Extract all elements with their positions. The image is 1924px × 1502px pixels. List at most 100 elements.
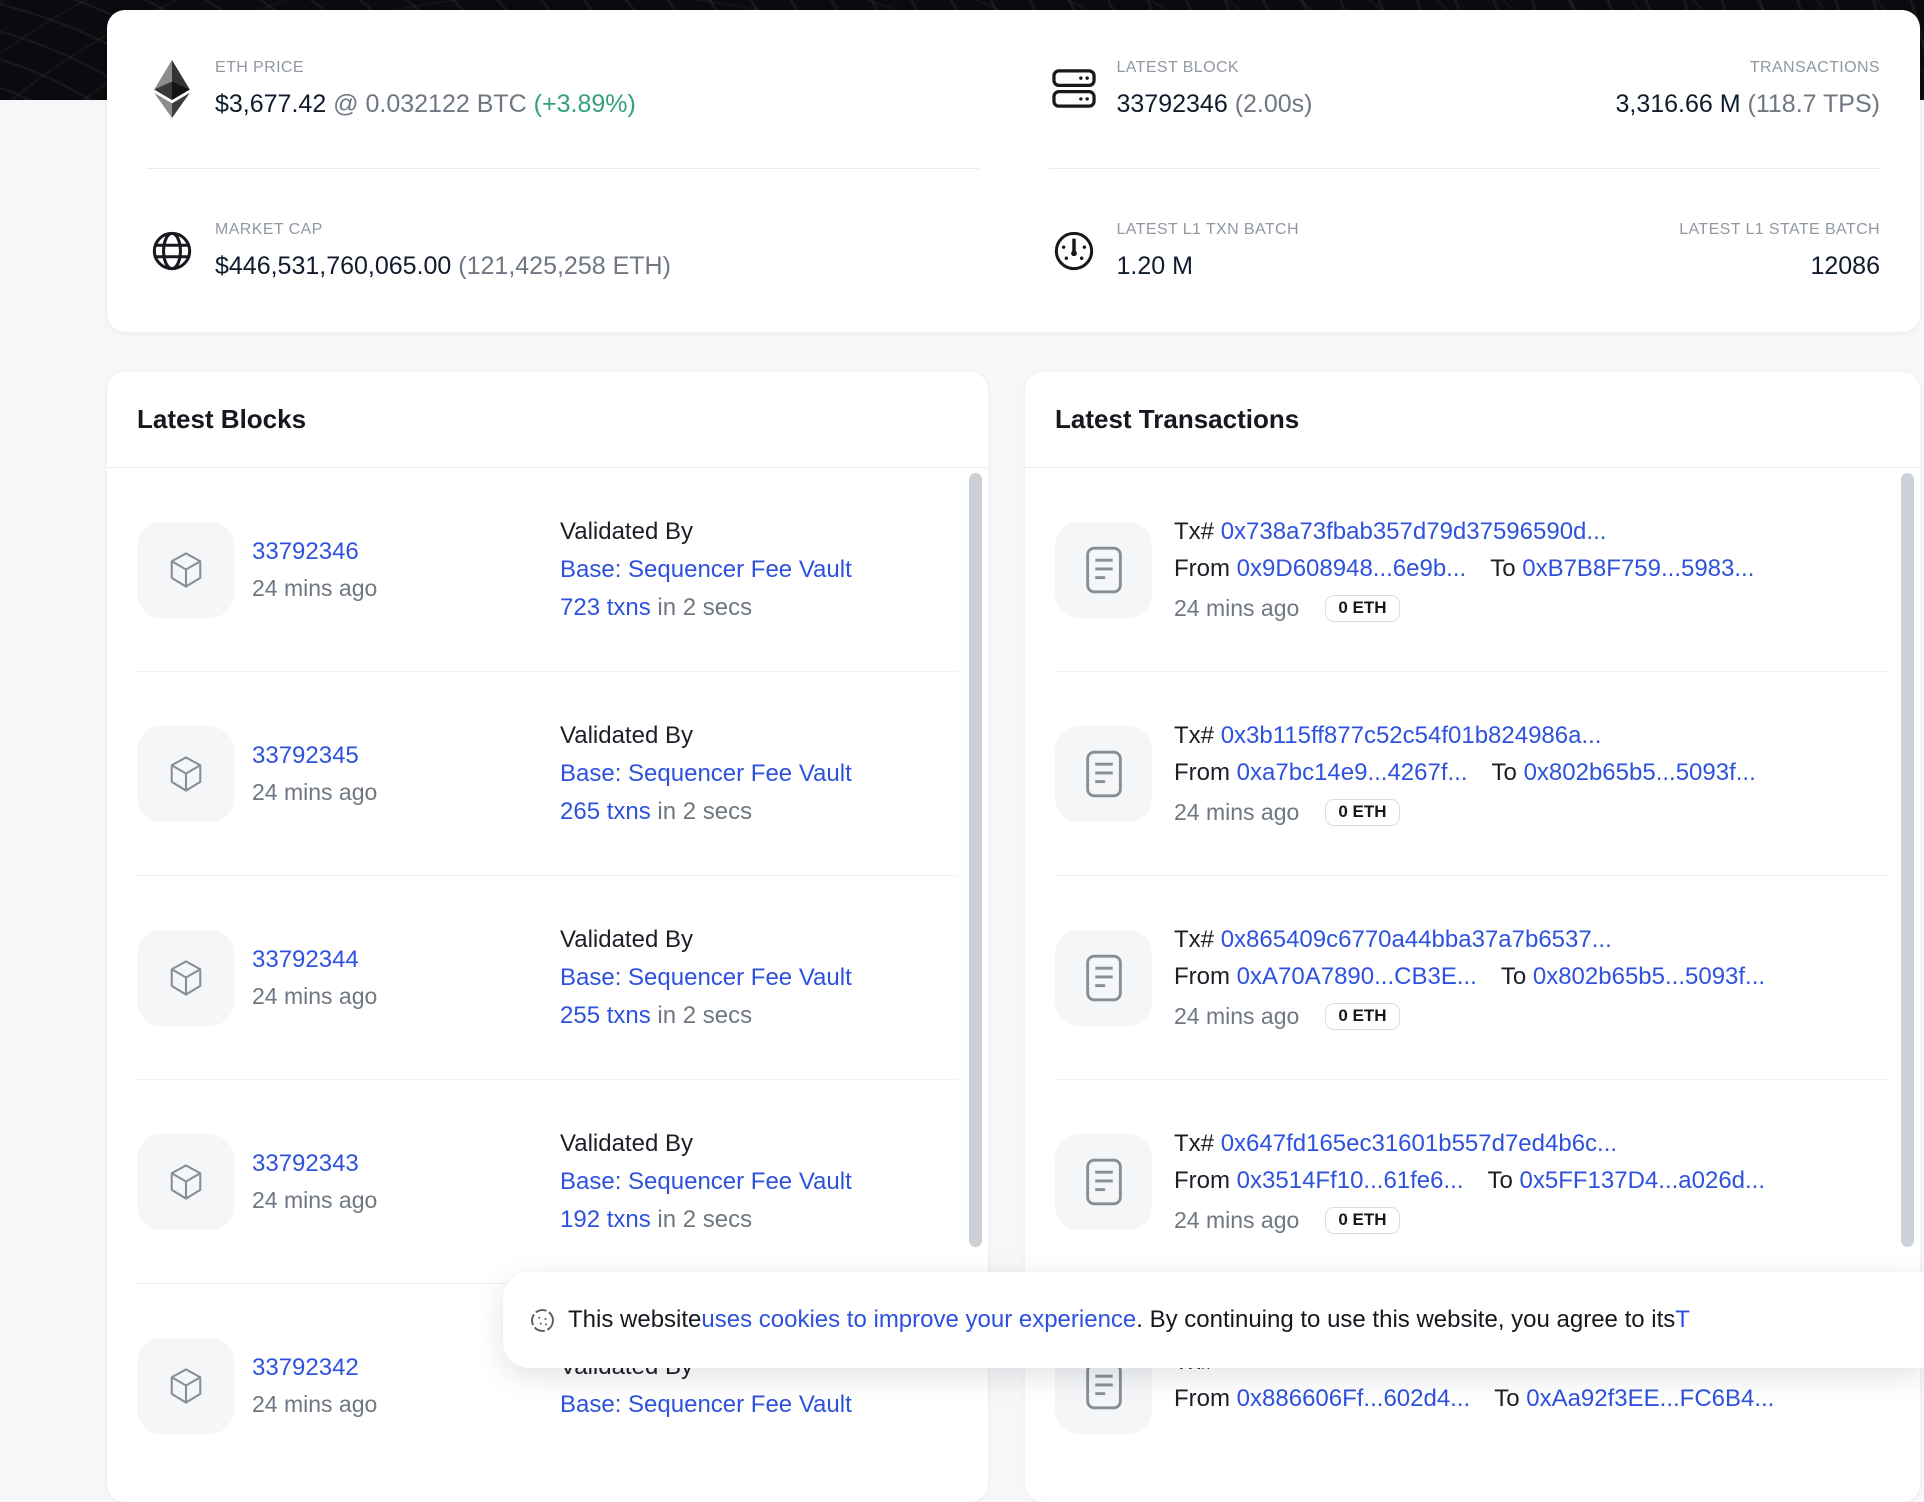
from-label: From [1174,555,1230,582]
transaction-row: Tx# 0x3b115ff877c52c54f01b824986a... Fro… [1055,672,1890,876]
validator-link[interactable]: Base: Sequencer Fee Vault [560,964,852,991]
block-age: 24 mins ago [252,575,560,602]
transaction-row: Tx# 0x865409c6770a44bba37a7b6537... From… [1055,876,1890,1080]
block-age: 24 mins ago [252,1187,560,1214]
network-stats-card: ETH PRICE $3,677.42 @ 0.032122 BTC (+3.8… [107,10,1920,332]
tx-hash-link[interactable]: 0x865409c6770a44bba37a7b6537... [1221,926,1612,953]
block-age: 24 mins ago [252,1391,560,1418]
l1-state-batch-value: 12086 [1679,252,1880,281]
tx-label: Tx# [1174,722,1214,749]
block-duration: in 2 secs [657,1206,752,1233]
block-icon-badge [137,1338,234,1434]
tx-from-link[interactable]: 0xa7bc14e9...4267f... [1237,759,1468,786]
tx-from-link[interactable]: 0x3514Ff10...61fe6... [1237,1167,1464,1194]
block-duration: in 2 secs [657,798,752,825]
l1-txn-batch-value: 1.20 M [1117,252,1299,281]
document-icon [1085,750,1123,798]
tx-hash-link[interactable]: 0x738a73fbab357d79d37596590d... [1221,518,1607,545]
tx-from-link[interactable]: 0x886606Ff...602d4... [1237,1385,1471,1412]
latest-block-label: LATEST BLOCK [1117,59,1313,77]
validator-link[interactable]: Base: Sequencer Fee Vault [560,1391,852,1418]
market-cap-label: MARKET CAP [215,221,671,239]
cookie-text-middle: . By continuing to use this website, you… [1136,1306,1675,1334]
block-row: 33792343 24 mins ago Validated By Base: … [137,1080,958,1284]
latest-block-time: (2.00s) [1235,90,1313,118]
block-age: 24 mins ago [252,779,560,806]
block-txns-link[interactable]: 192 txns [560,1206,651,1233]
eth-price-value: $3,677.42 @ 0.032122 BTC (+3.89%) [215,90,636,119]
block-age: 24 mins ago [252,983,560,1010]
block-txns-link[interactable]: 723 txns [560,594,651,621]
tx-age: 24 mins ago [1174,595,1299,622]
stats-left-column: ETH PRICE $3,677.42 @ 0.032122 BTC (+3.8… [147,10,979,332]
to-label: To [1501,963,1526,990]
tx-to-link[interactable]: 0x5FF137D4...a026d... [1520,1167,1765,1194]
tx-to-link[interactable]: 0xAa92f3EE...FC6B4... [1526,1385,1774,1412]
block-number-link[interactable]: 33792344 [252,946,560,974]
block-txns-link[interactable]: 265 txns [560,798,651,825]
cookie-policy-link[interactable]: uses cookies to improve your experience [701,1306,1136,1334]
validator-link[interactable]: Base: Sequencer Fee Vault [560,760,852,787]
block-icon-badge [137,1134,234,1230]
cube-icon [163,751,209,797]
validator-link[interactable]: Base: Sequencer Fee Vault [560,1168,852,1195]
document-icon [1085,546,1123,594]
gauge-icon [1049,228,1099,274]
tx-value-badge: 0 ETH [1325,595,1399,622]
to-label: To [1492,759,1517,786]
block-row: 33792344 24 mins ago Validated By Base: … [137,876,958,1080]
tx-from-link[interactable]: 0xA70A7890...CB3E... [1237,963,1477,990]
transaction-row: Tx# 0x738a73fbab357d79d37596590d... From… [1055,468,1890,672]
l1-txn-batch-label: LATEST L1 TXN BATCH [1117,221,1299,239]
validated-by-label: Validated By [560,921,852,959]
transactions-value: 3,316.66 M (118.7 TPS) [1615,90,1880,119]
eth-price-btc: @ 0.032122 BTC [333,90,527,118]
block-duration: in 2 secs [657,594,752,621]
cookie-consent-banner: This website uses cookies to improve you… [503,1272,1924,1368]
server-icon [1049,68,1099,110]
document-icon [1085,1362,1123,1410]
eth-price-change: (+3.89%) [534,90,636,118]
latest-blocks-title: Latest Blocks [107,372,988,468]
tx-hash-link[interactable]: 0x647fd165ec31601b557d7ed4b6c... [1221,1130,1617,1157]
from-label: From [1174,963,1230,990]
tx-age: 24 mins ago [1174,1003,1299,1030]
document-icon [1085,1158,1123,1206]
transaction-icon-badge [1055,726,1152,822]
validator-link[interactable]: Base: Sequencer Fee Vault [560,556,852,583]
block-txns-link[interactable]: 255 txns [560,1002,651,1029]
terms-link[interactable]: T [1675,1306,1690,1334]
tx-label: Tx# [1174,1130,1214,1157]
tx-to-link[interactable]: 0xB7B8F759...5983... [1522,555,1754,582]
cube-icon [163,1159,209,1205]
tx-to-link[interactable]: 0x802b65b5...5093f... [1533,963,1765,990]
transactions-tps: (118.7 TPS) [1748,90,1880,118]
latest-transactions-title: Latest Transactions [1025,372,1920,468]
tx-age: 24 mins ago [1174,1207,1299,1234]
tx-from-link[interactable]: 0x9D608948...6e9b... [1237,555,1467,582]
tx-value-badge: 0 ETH [1325,1207,1399,1234]
latest-block-row: LATEST BLOCK 33792346 (2.00s) TRANSACTIO… [1049,10,1881,168]
market-cap-eth: (121,425,258 ETH) [458,252,671,280]
to-label: To [1490,555,1515,582]
cube-icon [163,955,209,1001]
blocks-scrollbar-thumb[interactable] [969,473,982,1247]
block-number-link[interactable]: 33792343 [252,1150,560,1178]
tx-hash-link[interactable]: 0x3b115ff877c52c54f01b824986a... [1221,722,1602,749]
block-number-link[interactable]: 33792345 [252,742,560,770]
transaction-icon-badge [1055,1134,1152,1230]
tx-value-badge: 0 ETH [1325,799,1399,826]
block-icon-badge [137,726,234,822]
block-number-link[interactable]: 33792346 [252,538,560,566]
from-label: From [1174,759,1230,786]
eth-price-label: ETH PRICE [215,59,636,77]
globe-icon [147,228,197,274]
tx-value-badge: 0 ETH [1325,1003,1399,1030]
tx-to-link[interactable]: 0x802b65b5...5093f... [1524,759,1756,786]
from-label: From [1174,1385,1230,1412]
ethereum-icon [147,60,197,118]
cube-icon [163,547,209,593]
block-duration: in 2 secs [657,1002,752,1029]
latest-block-number: 33792346 [1117,90,1228,118]
transactions-scrollbar-thumb[interactable] [1901,473,1914,1247]
